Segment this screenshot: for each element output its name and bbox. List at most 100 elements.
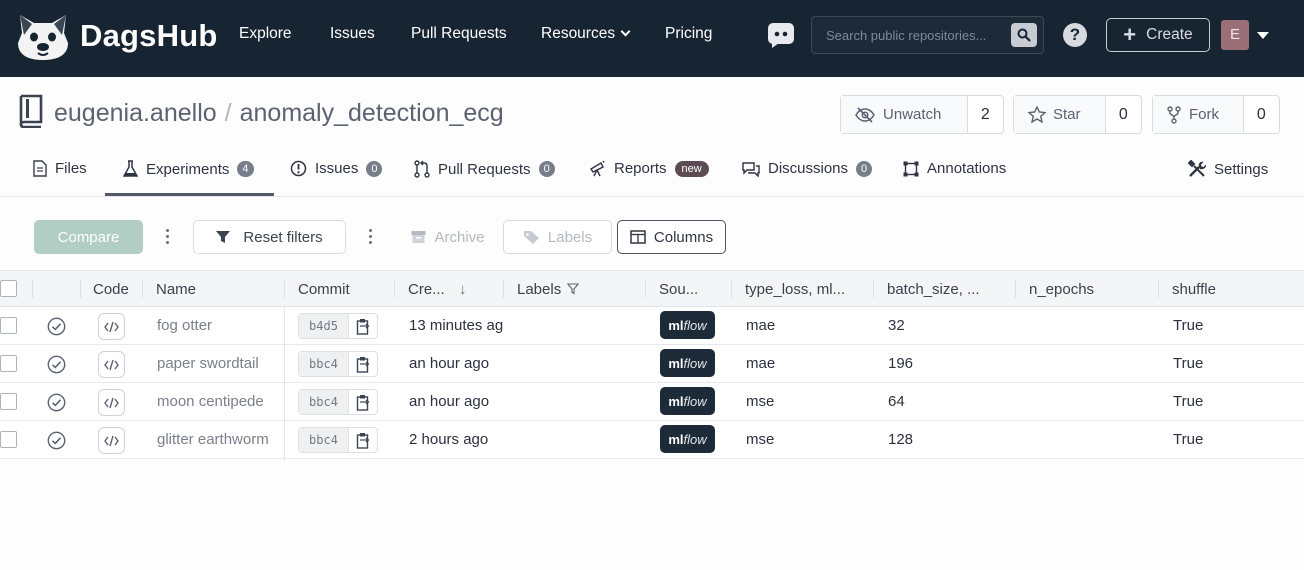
type-loss-value: mae <box>746 355 776 372</box>
nav-pull-requests[interactable]: Pull Requests <box>411 25 507 43</box>
table-row[interactable]: fog otter b4d5 13 minutes ag ml flow mae … <box>0 307 1304 345</box>
mlflow-flow: flow <box>683 355 707 371</box>
search-icon <box>1017 28 1031 42</box>
code-icon <box>104 397 119 408</box>
experiment-name[interactable]: paper swordtail <box>157 355 259 372</box>
commit-chip[interactable]: bbc4 <box>298 351 378 377</box>
mlflow-flow: flow <box>683 317 707 333</box>
code-button[interactable] <box>98 351 125 378</box>
commit-hash[interactable]: b4d5 <box>299 314 349 338</box>
column-header-labels[interactable]: Labels <box>517 281 561 298</box>
column-header-shuffle[interactable]: shuffle <box>1172 281 1216 298</box>
column-header-batch-size[interactable]: batch_size, ... <box>887 281 980 298</box>
table-row[interactable]: moon centipede bbc4 an hour ago ml flow m… <box>0 383 1304 421</box>
mlflow-source-badge[interactable]: ml flow <box>660 387 715 415</box>
star-count[interactable]: 0 <box>1106 106 1141 124</box>
copy-icon[interactable] <box>349 390 377 414</box>
search-box[interactable]: Search public repositories... <box>811 16 1044 54</box>
commit-chip[interactable]: bbc4 <box>298 389 378 415</box>
mlflow-flow: flow <box>683 431 707 447</box>
tab-issues[interactable]: Issues 0 <box>290 160 383 177</box>
archive-icon <box>411 231 426 243</box>
tab-discussions-label: Discussions <box>768 160 849 177</box>
copy-icon[interactable] <box>349 428 377 452</box>
column-header-created[interactable]: Cre... <box>408 281 445 298</box>
columns-button[interactable]: Columns <box>617 220 726 254</box>
table-header: Code Name Commit Cre... ↓ Labels Sou... … <box>0 270 1304 307</box>
tab-experiments[interactable]: Experiments 4 <box>123 160 254 178</box>
mlflow-source-badge[interactable]: ml flow <box>660 349 715 377</box>
tab-files[interactable]: Files <box>33 160 87 177</box>
mlflow-source-badge[interactable]: ml flow <box>660 425 715 453</box>
archive-button[interactable]: Archive <box>403 220 493 254</box>
code-button[interactable] <box>98 313 125 340</box>
avatar[interactable]: E <box>1221 20 1249 50</box>
plus-icon: + <box>1123 22 1137 47</box>
unwatch-button[interactable]: Unwatch <box>841 96 968 133</box>
select-all-checkbox[interactable] <box>0 280 17 297</box>
nav-resources[interactable]: Resources <box>541 25 631 43</box>
column-header-commit[interactable]: Commit <box>298 281 350 298</box>
fork-button[interactable]: Fork <box>1153 96 1244 133</box>
copy-icon[interactable] <box>349 352 377 376</box>
repo-name-link[interactable]: anomaly_detection_ecg <box>240 99 504 127</box>
mlflow-ml: ml <box>668 317 684 333</box>
search-button[interactable] <box>1011 23 1037 47</box>
labels-label: Labels <box>547 228 593 246</box>
fork-count[interactable]: 0 <box>1244 106 1279 124</box>
create-button[interactable]: + Create <box>1106 18 1210 52</box>
nav-pricing[interactable]: Pricing <box>665 25 712 43</box>
column-header-name[interactable]: Name <box>156 281 196 298</box>
copy-icon[interactable] <box>349 314 377 338</box>
help-icon[interactable]: ? <box>1063 23 1087 47</box>
table-row[interactable]: paper swordtail bbc4 an hour ago ml flow … <box>0 345 1304 383</box>
table-row[interactable]: glitter earthworm bbc4 2 hours ago ml flo… <box>0 421 1304 459</box>
commit-hash[interactable]: bbc4 <box>299 352 349 376</box>
tab-annotations[interactable]: Annotations <box>903 160 1006 177</box>
discord-icon[interactable] <box>766 20 796 50</box>
row-checkbox[interactable] <box>0 393 17 410</box>
labels-button[interactable]: Labels <box>503 220 612 254</box>
experiment-name[interactable]: glitter earthworm <box>157 431 269 448</box>
brand-name: DagsHub <box>80 18 218 53</box>
experiment-name[interactable]: fog otter <box>157 317 212 334</box>
star-button[interactable]: Star <box>1014 96 1106 133</box>
repo-owner-link[interactable]: eugenia.anello <box>54 99 217 127</box>
column-header-n-epochs[interactable]: n_epochs <box>1029 281 1094 298</box>
nav-explore[interactable]: Explore <box>239 25 292 43</box>
commit-hash[interactable]: bbc4 <box>299 428 349 452</box>
commit-chip[interactable]: b4d5 <box>298 313 378 339</box>
tab-pull-requests[interactable]: Pull Requests 0 <box>414 160 555 178</box>
column-header-type-loss[interactable]: type_loss, ml... <box>745 281 845 298</box>
filter-icon <box>216 231 231 243</box>
mlflow-source-badge[interactable]: ml flow <box>660 311 715 339</box>
reset-filters-button[interactable]: Reset filters <box>193 220 346 254</box>
columns-icon <box>630 230 646 244</box>
commit-chip[interactable]: bbc4 <box>298 427 378 453</box>
column-header-code[interactable]: Code <box>93 281 129 298</box>
compare-button[interactable]: Compare <box>34 220 143 254</box>
column-header-source[interactable]: Sou... <box>659 281 698 298</box>
row-checkbox[interactable] <box>0 431 17 448</box>
dagshub-logo[interactable]: DagsHub <box>14 10 217 62</box>
row-checkbox[interactable] <box>0 355 17 372</box>
column-divider <box>1015 280 1016 298</box>
search-input[interactable]: Search public repositories... <box>826 28 1001 43</box>
tab-settings[interactable]: Settings <box>1188 160 1268 178</box>
sort-desc-icon[interactable]: ↓ <box>459 281 467 298</box>
code-button[interactable] <box>98 389 125 416</box>
commit-hash[interactable]: bbc4 <box>299 390 349 414</box>
experiment-name[interactable]: moon centipede <box>157 393 264 410</box>
watch-count[interactable]: 2 <box>968 106 1003 124</box>
row-checkbox[interactable] <box>0 317 17 334</box>
code-button[interactable] <box>98 427 125 454</box>
tab-discussions[interactable]: Discussions 0 <box>742 160 873 177</box>
caret-down-icon[interactable] <box>1257 32 1269 39</box>
nav-issues[interactable]: Issues <box>330 25 375 43</box>
more-options-icon[interactable] <box>369 229 373 247</box>
fork-icon <box>1167 105 1181 124</box>
tab-reports[interactable]: Reports new <box>589 160 709 177</box>
more-options-icon[interactable] <box>166 229 170 247</box>
batch-size-value: 196 <box>888 355 914 372</box>
filter-outline-icon[interactable] <box>567 283 579 295</box>
